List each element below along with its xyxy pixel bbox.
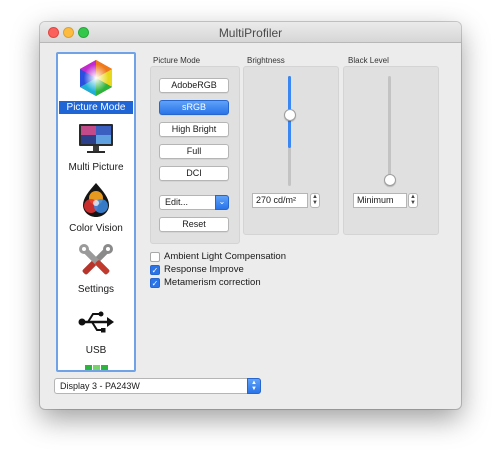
option-label: Response Improve	[164, 264, 244, 275]
sidebar-item-picture-mode[interactable]: Picture Mode	[58, 56, 134, 116]
partial-icon	[85, 365, 108, 370]
black-level-stepper[interactable]: ▲ ▼	[408, 193, 418, 208]
usb-icon	[78, 311, 114, 333]
option-ambient-light[interactable]: Ambient Light Compensation	[150, 251, 350, 263]
color-vision-icon	[83, 183, 109, 217]
tools-icon	[79, 244, 113, 275]
sidebar-label: Multi Picture	[68, 162, 124, 173]
sidebar-item-settings[interactable]: Settings	[58, 239, 134, 299]
color-hexagon-icon	[80, 60, 112, 96]
mode-adobergb-button[interactable]: AdobeRGB	[159, 78, 229, 93]
sidebar-label: Color Vision	[69, 223, 123, 234]
window-title: MultiProfiler	[218, 26, 283, 40]
ambient-light-checkbox[interactable]	[150, 252, 160, 262]
metamerism-checkbox[interactable]: ✓	[150, 278, 160, 288]
option-label: Ambient Light Compensation	[164, 251, 286, 262]
monitor-icon	[79, 124, 113, 153]
response-improve-checkbox[interactable]: ✓	[150, 265, 160, 275]
brightness-panel	[243, 66, 339, 235]
brightness-slider-knob[interactable]	[284, 109, 296, 121]
edit-popup-label: Edit...	[165, 197, 189, 207]
sidebar-item-usb[interactable]: USB	[58, 300, 134, 360]
option-metamerism[interactable]: ✓ Metamerism correction	[150, 277, 350, 289]
brightness-stepper[interactable]: ▲ ▼	[310, 193, 320, 208]
black-level-panel	[343, 66, 439, 235]
mode-high-bright-button[interactable]: High Bright	[159, 122, 229, 137]
updown-chevron-icon: ▲ ▼	[247, 378, 261, 394]
reset-button[interactable]: Reset	[159, 217, 229, 232]
sidebar-item-color-vision[interactable]: Color Vision	[58, 178, 134, 238]
option-label: Metamerism correction	[164, 277, 261, 288]
sidebar-label: Settings	[77, 284, 115, 295]
app-window: MultiProfiler Picture Mode Multi Picture…	[40, 22, 461, 409]
chevron-down-icon: ⌄	[215, 195, 229, 210]
mode-dci-button[interactable]: DCI	[159, 166, 229, 181]
display-select-value: Display 3 - PA243W	[60, 381, 140, 391]
title-bar[interactable]: MultiProfiler	[40, 22, 461, 43]
sidebar: Picture Mode Multi Picture Color Vision …	[56, 52, 136, 372]
black-level-slider-knob[interactable]	[384, 174, 396, 186]
picture-mode-group-label: Picture Mode	[153, 56, 201, 65]
display-select[interactable]: Display 3 - PA243W ▲ ▼	[54, 378, 261, 394]
black-level-value-field[interactable]: Minimum	[353, 193, 407, 208]
mode-srgb-button[interactable]: sRGB	[159, 100, 229, 115]
option-response-improve[interactable]: ✓ Response Improve	[150, 264, 350, 276]
mode-full-button[interactable]: Full	[159, 144, 229, 159]
sidebar-label: USB	[85, 345, 107, 356]
brightness-value-field[interactable]: 270 cd/m²	[252, 193, 308, 208]
black-level-slider-track[interactable]	[388, 76, 391, 186]
black-level-group-label: Black Level	[348, 56, 389, 65]
edit-popup[interactable]: Edit... ⌄	[159, 195, 229, 210]
sidebar-item-multi-picture[interactable]: Multi Picture	[58, 117, 134, 177]
brightness-group-label: Brightness	[247, 56, 285, 65]
sidebar-label: Picture Mode	[59, 101, 133, 114]
